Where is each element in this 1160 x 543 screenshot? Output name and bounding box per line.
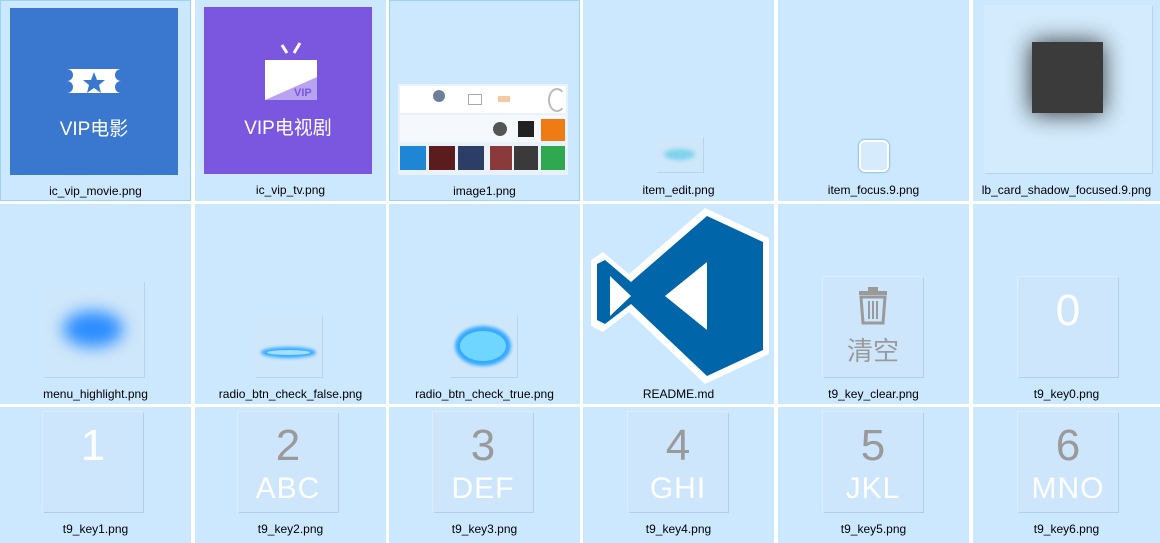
- file-tile[interactable]: 3 DEF t9_key3.png: [389, 407, 580, 543]
- key-letters: MNO: [1031, 472, 1105, 505]
- key1-thumbnail: 1: [43, 412, 143, 512]
- key-letters: GHI: [649, 472, 707, 505]
- key-digit: 0: [1055, 286, 1081, 335]
- key-digit: 6: [1055, 421, 1081, 470]
- key-letters: DEF: [451, 472, 515, 505]
- file-tile[interactable]: menu_highlight.png: [0, 204, 191, 404]
- file-name: t9_key5.png: [840, 522, 907, 536]
- file-tile[interactable]: README.md: [583, 204, 774, 404]
- vip-tv-thumbnail: VIP VIP电视剧: [204, 7, 372, 174]
- key3-thumbnail: 3 DEF: [433, 412, 533, 512]
- file-grid: VIP电影 ic_vip_movie.png VIP VIP电视剧 ic_vip…: [0, 0, 1160, 543]
- trash-icon: [859, 287, 887, 325]
- file-name: item_focus.9.png: [827, 183, 920, 197]
- radio-false-thumbnail: [255, 315, 322, 377]
- key-letters: ABC: [255, 472, 321, 505]
- svg-text:VIP: VIP: [294, 87, 312, 99]
- key-digit: 1: [80, 421, 106, 470]
- file-tile[interactable]: VIP VIP电视剧 ic_vip_tv.png: [195, 0, 386, 201]
- file-name: item_edit.png: [642, 183, 715, 197]
- file-tile[interactable]: radio_btn_check_true.png: [389, 204, 580, 404]
- ticket-star-icon: [67, 69, 121, 93]
- file-name: ic_vip_movie.png: [49, 184, 142, 198]
- file-name: ic_vip_tv.png: [255, 183, 326, 197]
- item-focus-thumbnail: [858, 138, 890, 172]
- file-tile[interactable]: image1.png: [389, 0, 580, 201]
- key-digit: 4: [665, 421, 691, 470]
- key-digit: 5: [860, 421, 886, 470]
- file-tile[interactable]: VIP电影 ic_vip_movie.png: [0, 0, 191, 201]
- key6-thumbnail: 6 MNO: [1018, 412, 1118, 512]
- file-name: t9_key3.png: [451, 522, 518, 536]
- file-tile[interactable]: 0 t9_key0.png: [973, 204, 1160, 404]
- file-name: radio_btn_check_false.png: [218, 387, 363, 401]
- item-edit-thumbnail: [656, 136, 703, 172]
- tv-icon: VIP: [265, 42, 317, 100]
- file-tile[interactable]: lb_card_shadow_focused.9.png: [973, 0, 1160, 201]
- key-digit: 2: [275, 421, 301, 470]
- file-name: lb_card_shadow_focused.9.png: [981, 183, 1152, 197]
- file-name: radio_btn_check_true.png: [415, 387, 554, 401]
- file-name: t9_key_clear.png: [828, 387, 919, 401]
- key-letters: JKL: [845, 472, 901, 505]
- image1-thumbnail: [398, 84, 568, 175]
- file-name: t9_key4.png: [645, 522, 712, 536]
- menu-highlight-thumbnail: [43, 281, 144, 377]
- file-name: image1.png: [453, 184, 516, 198]
- key5-thumbnail: 5 JKL: [823, 412, 923, 512]
- key4-thumbnail: 4 GHI: [628, 412, 728, 512]
- file-name: README.md: [642, 387, 715, 401]
- file-tile[interactable]: 6 MNO t9_key6.png: [973, 407, 1160, 543]
- file-tile[interactable]: radio_btn_check_false.png: [195, 204, 386, 404]
- file-name: t9_key2.png: [257, 522, 324, 536]
- file-name: menu_highlight.png: [43, 387, 148, 401]
- key-digit: 3: [470, 421, 496, 470]
- file-tile[interactable]: item_focus.9.png: [778, 0, 969, 201]
- card-shadow-thumbnail: [984, 5, 1152, 173]
- key2-thumbnail: 2 ABC: [238, 412, 338, 512]
- file-tile[interactable]: 清空 t9_key_clear.png: [778, 204, 969, 404]
- key0-thumbnail: 0: [1018, 277, 1118, 377]
- file-name: t9_key1.png: [62, 522, 129, 536]
- file-tile[interactable]: item_edit.png: [583, 0, 774, 201]
- clear-key-thumbnail: 清空: [823, 277, 923, 377]
- radio-true-thumbnail: [450, 315, 517, 377]
- file-tile[interactable]: 5 JKL t9_key5.png: [778, 407, 969, 543]
- file-name: t9_key0.png: [1033, 387, 1100, 401]
- file-name: t9_key6.png: [1033, 522, 1100, 536]
- thumbnail-caption: VIP电影: [59, 119, 129, 140]
- thumbnail-caption: VIP电视剧: [244, 118, 332, 139]
- file-tile[interactable]: 1 t9_key1.png: [0, 407, 191, 543]
- vscode-icon: [591, 208, 769, 384]
- file-tile[interactable]: 4 GHI t9_key4.png: [583, 407, 774, 543]
- vip-movie-thumbnail: VIP电影: [10, 8, 178, 175]
- clear-caption: 清空: [846, 336, 899, 366]
- file-tile[interactable]: 2 ABC t9_key2.png: [195, 407, 386, 543]
